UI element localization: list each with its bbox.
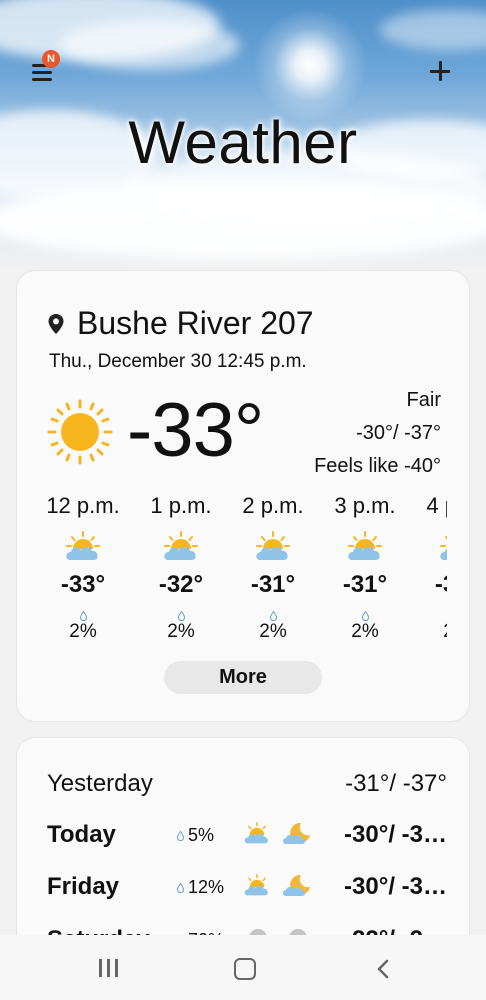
daily-row[interactable]: Yesterday -31°/ -37° [47, 764, 447, 804]
partly-cloudy-night-icon [283, 822, 310, 844]
home-button[interactable] [234, 958, 256, 980]
hourly-forecast[interactable]: 12 p.m. -33° 2% 1 p.m. -32° 2% 2 p.m. -3… [17, 493, 447, 643]
partly-sunny-icon [66, 531, 100, 560]
hourly-item: 1 p.m. -32° 2% [150, 493, 212, 642]
hourly-item: 4 p.m. -31° 2% [407, 493, 447, 643]
partly-sunny-icon [244, 873, 268, 896]
raindrop-icon [177, 883, 184, 893]
hourly-item: 12 p.m. -33° 2% [46, 493, 120, 642]
raindrop-icon [79, 611, 87, 621]
system-navigation-bar [0, 935, 486, 1000]
high-low-temps: -30°/ -37° [356, 422, 441, 444]
raindrop-icon [269, 611, 277, 621]
location-name: Bushe River 207 [77, 305, 314, 341]
raindrop-icon [177, 831, 184, 841]
current-datetime: Thu., December 30 12:45 p.m. [49, 351, 307, 372]
recent-apps-button[interactable] [99, 959, 121, 977]
sun-icon [47, 399, 113, 465]
hourly-item: 2 p.m. -31° 2% [242, 493, 304, 642]
raindrop-icon [361, 611, 369, 621]
location-pin-icon [48, 313, 64, 334]
recent-apps-icon [99, 959, 102, 977]
daily-row[interactable]: Today 5% -30°/ -3… [47, 815, 447, 855]
current-weather-card[interactable]: Bushe River 207 Thu., December 30 12:45 … [17, 271, 469, 721]
partly-sunny-icon [164, 531, 198, 560]
partly-sunny-icon [348, 531, 382, 560]
sun-glow [250, 10, 370, 120]
back-button[interactable] [374, 959, 394, 979]
condition-text: Fair [406, 389, 441, 411]
partly-cloudy-night-icon [283, 874, 310, 896]
partly-sunny-icon [440, 536, 447, 560]
app-title: Weather [128, 109, 358, 176]
notification-badge: N [42, 50, 60, 68]
hourly-item: 3 p.m. -31° 2% [334, 493, 396, 642]
partly-sunny-icon [244, 821, 268, 844]
daily-row[interactable]: Friday 12% -30°/ -3… [47, 867, 447, 907]
add-location-button[interactable] [424, 56, 456, 88]
location-row: Bushe River 207 [47, 305, 314, 342]
partly-sunny-icon [256, 531, 290, 560]
current-temperature: -33° [127, 388, 264, 473]
raindrop-icon [177, 611, 185, 621]
feels-like: Feels like -40° [314, 455, 441, 477]
more-button[interactable]: More [164, 661, 322, 694]
